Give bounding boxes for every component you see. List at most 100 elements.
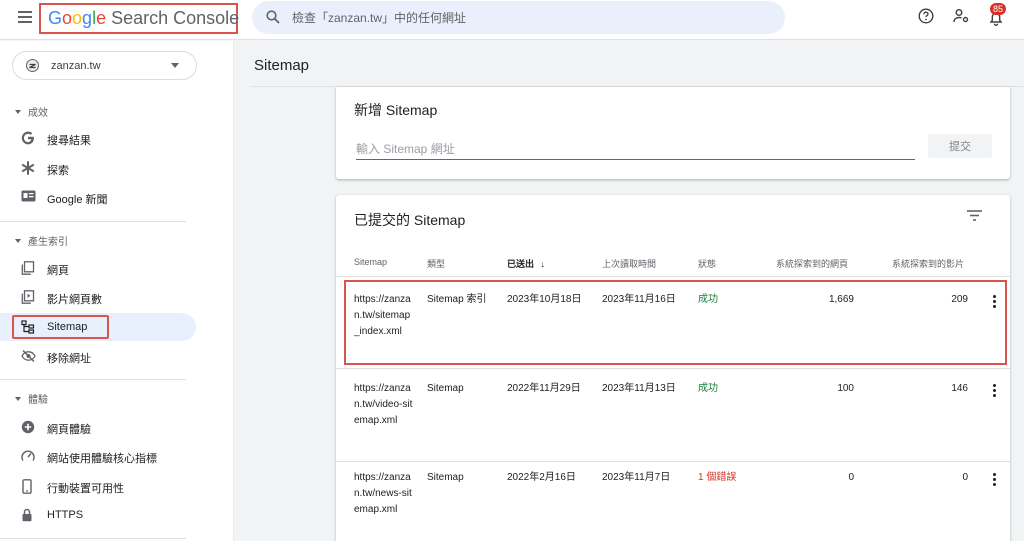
sidebar-item-label: 搜尋結果 <box>47 135 91 147</box>
url-inspection-search[interactable] <box>252 1 785 34</box>
sitemap-type: Sitemap <box>427 383 464 394</box>
speedometer-icon <box>21 450 35 461</box>
search-icon <box>266 10 280 24</box>
user-settings-icon[interactable] <box>953 8 970 24</box>
column-header-sitemap[interactable]: Sitemap <box>354 257 387 267</box>
property-selector[interactable]: zanzan.tw <box>12 51 197 80</box>
asterisk-icon <box>21 161 35 175</box>
help-icon[interactable] <box>918 8 934 24</box>
page-title: Sitemap <box>254 57 310 74</box>
column-header-discovered-pages[interactable]: 系統探索到的網頁 <box>776 257 848 270</box>
discovered-pages: 0 <box>848 472 854 483</box>
phone-icon <box>22 479 32 494</box>
submitted-sitemaps-card: 已提交的 Sitemap Sitemap 類型 已送出 ↓ 上次讀取時間 狀態 … <box>336 195 1010 541</box>
card-title: 新增 Sitemap <box>354 102 438 118</box>
section-label: 體驗 <box>28 395 48 406</box>
discovered-pages: 100 <box>837 383 854 394</box>
sidebar-divider <box>0 221 186 222</box>
filter-icon[interactable] <box>967 210 982 221</box>
property-name: zanzan.tw <box>51 60 101 72</box>
section-indexing[interactable]: 產生索引 <box>15 233 68 248</box>
sidebar-item-pages[interactable]: 網頁 <box>0 254 196 282</box>
column-header-label: 已送出 <box>507 259 535 269</box>
search-input[interactable] <box>292 1 772 34</box>
sidebar-divider <box>0 379 186 380</box>
logo-letter: g <box>82 8 93 28</box>
plus-circle-icon <box>21 420 35 434</box>
sidebar-item-label: Google 新聞 <box>47 194 108 206</box>
expand-arrow-icon <box>15 110 21 114</box>
notification-badge: 85 <box>990 3 1007 15</box>
product-name: Search Console <box>111 8 240 28</box>
card-title: 已提交的 Sitemap <box>354 212 466 228</box>
more-options-icon[interactable] <box>993 384 996 399</box>
submitted-date: 2022年2月16日 <box>507 472 576 483</box>
section-performance[interactable]: 成效 <box>15 104 48 119</box>
sort-arrow-icon: ↓ <box>540 259 546 269</box>
google-g-icon <box>21 131 34 145</box>
news-icon <box>21 190 36 202</box>
sidebar-item-google-news[interactable]: Google 新聞 <box>0 183 196 211</box>
column-header-last-read[interactable]: 上次讀取時間 <box>602 257 656 270</box>
sidebar-item-https[interactable]: HTTPS <box>0 501 196 529</box>
sidebar-item-label: 影片網頁數 <box>47 294 102 306</box>
sidebar-item-discover[interactable]: 探索 <box>0 154 196 182</box>
chevron-down-icon <box>171 63 179 68</box>
last-read-date: 2023年11月7日 <box>602 472 671 483</box>
sidebar-item-page-experience[interactable]: 網頁體驗 <box>0 413 196 441</box>
discovered-videos: 0 <box>962 472 968 483</box>
row-divider <box>336 368 1010 369</box>
section-label: 成效 <box>28 108 48 119</box>
last-read-date: 2023年11月13日 <box>602 383 676 394</box>
sitemap-url[interactable]: https://zanzan.tw/video-sitemap.xml <box>354 381 414 429</box>
sidebar-item-label: HTTPS <box>47 509 84 521</box>
column-header-status[interactable]: 狀態 <box>698 257 716 270</box>
sidebar-item-label: 網頁 <box>47 265 69 277</box>
sidebar-item-search-results[interactable]: 搜尋結果 <box>0 124 196 152</box>
sidebar-item-label: 探索 <box>47 165 69 177</box>
menu-icon[interactable] <box>18 11 32 23</box>
submitted-date: 2022年11月29日 <box>507 383 581 394</box>
submit-button[interactable]: 提交 <box>928 134 992 158</box>
status-text: 成功 <box>698 383 718 394</box>
section-experience[interactable]: 體驗 <box>15 391 48 406</box>
sitemap-url-input[interactable] <box>356 138 915 160</box>
expand-arrow-icon <box>15 239 21 243</box>
status-text[interactable]: 1 個錯誤 <box>698 470 736 486</box>
sitemap-url[interactable]: https://zanzan.tw/news-sitemap.xml <box>354 470 414 518</box>
row-divider <box>336 461 1010 462</box>
section-label: 產生索引 <box>28 237 68 248</box>
sidebar-item-sitemap[interactable]: Sitemap <box>0 313 196 341</box>
column-header-submitted[interactable]: 已送出 ↓ <box>507 257 545 270</box>
top-app-bar: Google Search Console 85 <box>0 0 1024 40</box>
column-header-discovered-videos[interactable]: 系統探索到的影片 <box>892 257 964 270</box>
sidebar-item-label: 移除網址 <box>47 353 91 365</box>
row-divider <box>336 276 1010 277</box>
discovered-videos: 146 <box>951 383 968 394</box>
sidebar-item-video-pages[interactable]: 影片網頁數 <box>0 283 196 311</box>
logo-letter: o <box>62 8 73 28</box>
column-header-type[interactable]: 類型 <box>427 257 445 270</box>
sidebar-item-label: 行動裝置可用性 <box>47 483 124 495</box>
product-logo[interactable]: Google Search Console <box>39 3 240 34</box>
logo-letter: G <box>48 8 63 28</box>
sitemap-type: Sitemap <box>427 472 464 483</box>
sidebar: zanzan.tw 成效 搜尋結果 探索 Google 新聞 產生索引 網頁 影… <box>0 41 234 541</box>
property-icon <box>26 59 39 72</box>
sidebar-item-mobile-usability[interactable]: 行動裝置可用性 <box>0 472 196 500</box>
video-page-icon <box>21 290 35 304</box>
pages-icon <box>21 261 35 275</box>
logo-letter: o <box>72 8 83 28</box>
sidebar-item-removals[interactable]: 移除網址 <box>0 342 196 370</box>
sidebar-item-core-web-vitals[interactable]: 網站使用體驗核心指標 <box>0 442 196 470</box>
logo-letter: e <box>96 8 107 28</box>
sidebar-divider <box>0 538 186 539</box>
eye-off-icon <box>21 350 36 362</box>
sidebar-item-label: 網站使用體驗核心指標 <box>47 453 157 465</box>
expand-arrow-icon <box>15 397 21 401</box>
annotation-highlight-box <box>12 315 109 339</box>
lock-icon <box>22 508 32 522</box>
more-options-icon[interactable] <box>993 473 996 488</box>
sidebar-item-label: 網頁體驗 <box>47 424 91 436</box>
annotation-highlight-box <box>344 280 1007 365</box>
